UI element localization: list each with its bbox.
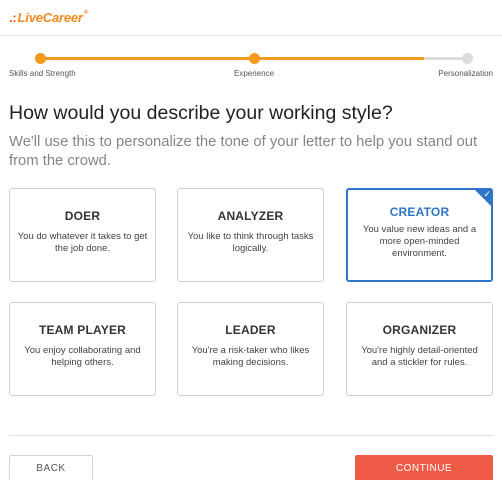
- option-description: You do whatever it takes to get the job …: [17, 231, 148, 254]
- checkmark-icon: ✓: [483, 189, 491, 199]
- option-title: CREATOR: [389, 205, 450, 219]
- livecareer-logo[interactable]: .:LiveCareer®: [9, 10, 88, 25]
- step-label-experience: Experience: [234, 69, 275, 78]
- option-description: You're a risk-taker who likes making dec…: [191, 345, 310, 368]
- step-dot-experience: [249, 53, 260, 64]
- option-card-creator[interactable]: CREATOR You value new ideas and a more o…: [346, 188, 493, 282]
- option-title: ORGANIZER: [382, 323, 457, 337]
- option-card-doer[interactable]: DOER You do whatever it takes to get the…: [9, 188, 156, 282]
- question-title: How would you describe your working styl…: [9, 102, 393, 124]
- logo-text: LiveCareer: [17, 10, 83, 25]
- step-dot-skills: [35, 53, 46, 64]
- progress-fill: [40, 57, 424, 60]
- option-card-organizer[interactable]: ORGANIZER You're highly detail-oriented …: [346, 302, 493, 396]
- continue-button[interactable]: CONTINUE: [355, 455, 493, 480]
- top-bar: .:LiveCareer®: [0, 0, 502, 36]
- option-title: ANALYZER: [217, 209, 284, 223]
- back-button[interactable]: BACK: [9, 455, 93, 480]
- option-description: You like to think through tasks logicall…: [187, 231, 314, 254]
- option-title: LEADER: [225, 323, 276, 337]
- progress-stepper: Skills and Strength Experience Personali…: [0, 52, 502, 82]
- logo-dots: .:: [9, 10, 17, 25]
- option-card-team-player[interactable]: TEAM PLAYER You enjoy collaborating and …: [9, 302, 156, 396]
- option-card-leader[interactable]: LEADER You're a risk-taker who likes mak…: [177, 302, 324, 396]
- option-description: You value new ideas and a more open-mind…: [362, 224, 477, 259]
- option-title: TEAM PLAYER: [38, 323, 127, 337]
- step-label-skills: Skills and Strength: [9, 69, 76, 78]
- footer-divider: [9, 435, 493, 436]
- option-description: You're highly detail-oriented and a stic…: [361, 345, 478, 368]
- option-description: You enjoy collaborating and helping othe…: [24, 345, 141, 368]
- option-title: DOER: [64, 209, 101, 223]
- step-label-personalization: Personalization: [438, 69, 493, 78]
- question-subtitle: We'll use this to personalize the tone o…: [9, 134, 478, 169]
- option-card-analyzer[interactable]: ANALYZER You like to think through tasks…: [177, 188, 324, 282]
- step-dot-personalization: [462, 53, 473, 64]
- logo-registered-mark: ®: [83, 10, 88, 16]
